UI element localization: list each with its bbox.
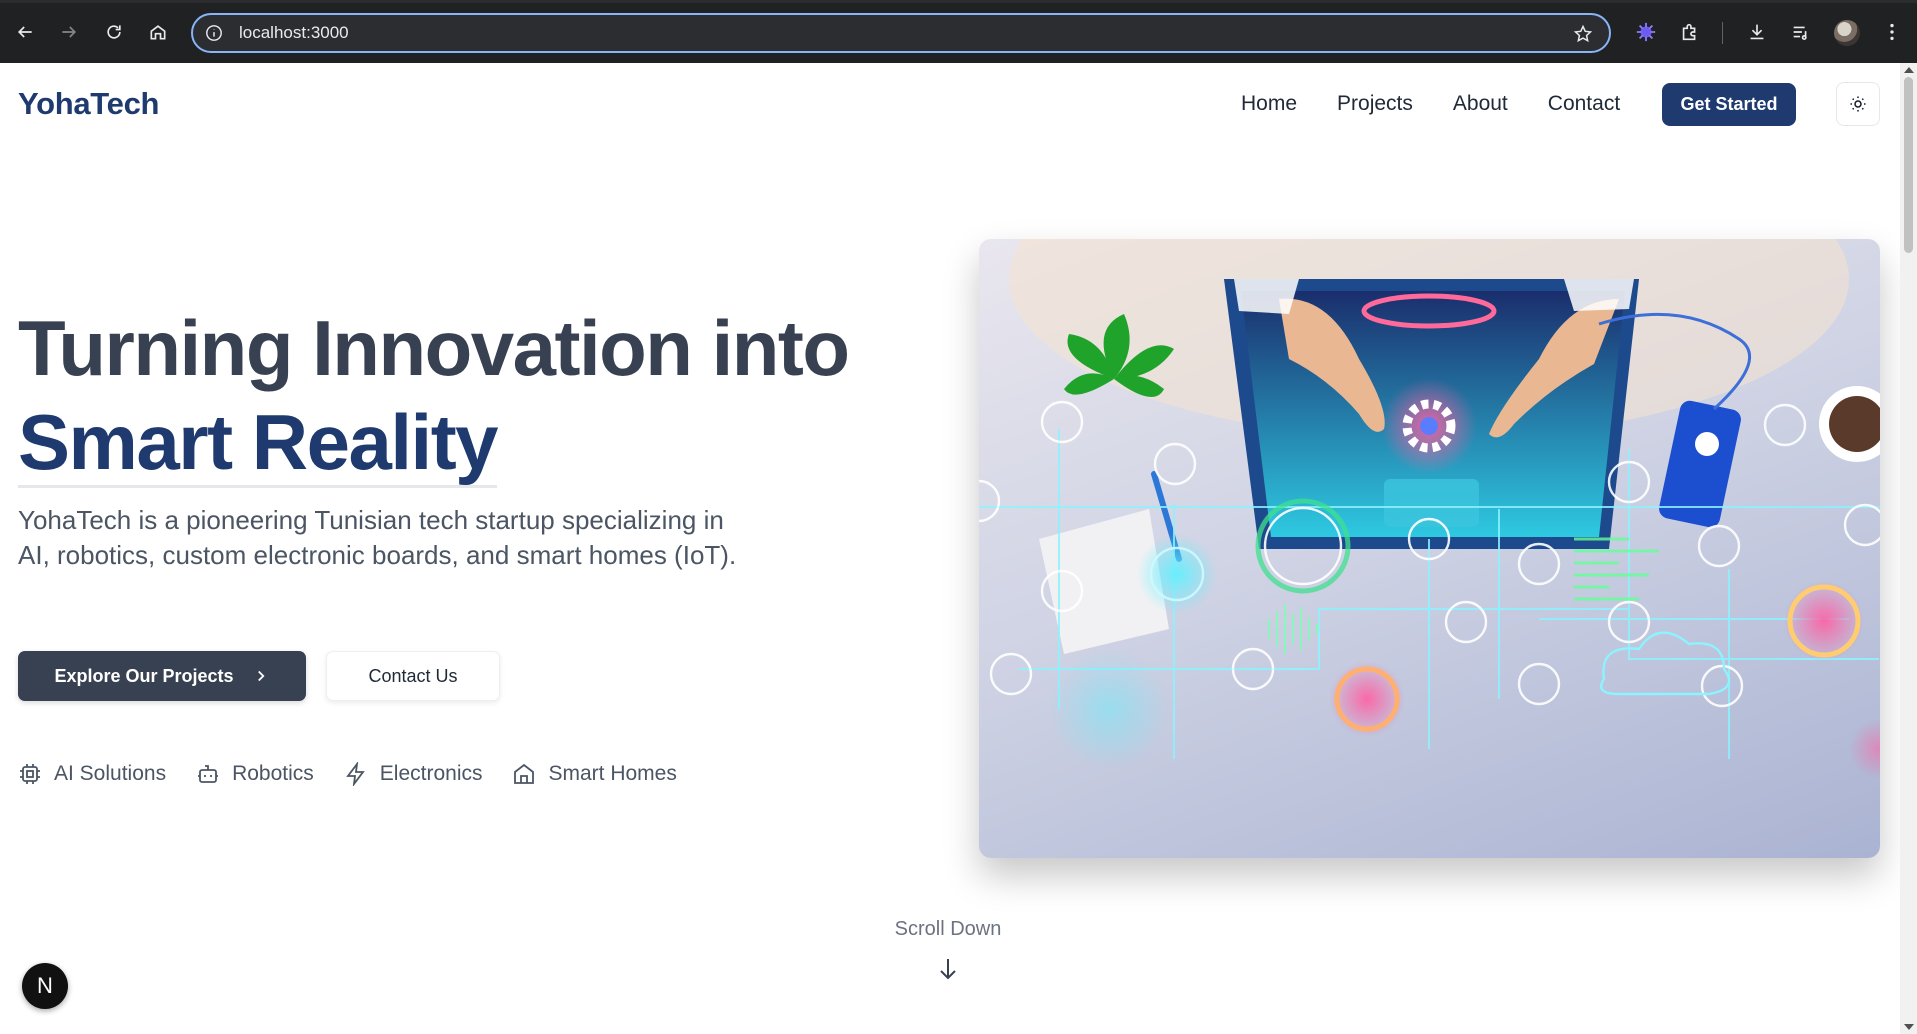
feature-label: Smart Homes <box>548 762 677 785</box>
feature-label: Electronics <box>379 762 483 785</box>
arrow-down-icon[interactable] <box>936 956 960 982</box>
nav-link-projects[interactable]: Projects <box>1337 92 1413 116</box>
nextjs-dev-badge[interactable]: N <box>22 963 68 1009</box>
scroll-down-label[interactable]: Scroll Down <box>893 918 1003 941</box>
explore-projects-button[interactable]: Explore Our Projects <box>18 651 306 701</box>
scroll-up-arrow[interactable] <box>1904 67 1914 73</box>
feature-smart-homes: Smart Homes <box>512 762 677 786</box>
extension-sparkle-icon[interactable] <box>1634 20 1658 44</box>
media-controls-icon[interactable] <box>1789 20 1813 44</box>
feature-robotics: Robotics <box>196 762 314 786</box>
scroll-down-arrow[interactable] <box>1904 1024 1914 1030</box>
browser-toolbar: localhost:3000 <box>0 0 1917 63</box>
page-viewport: YohaTech Home Projects About Contact Get… <box>0 63 1900 1034</box>
url-text[interactable]: localhost:3000 <box>239 23 349 43</box>
download-icon[interactable] <box>1745 20 1769 44</box>
get-started-button[interactable]: Get Started <box>1662 83 1796 126</box>
contact-us-button[interactable]: Contact Us <box>326 651 500 701</box>
site-info-icon[interactable] <box>205 24 223 42</box>
nav-link-about[interactable]: About <box>1453 92 1508 116</box>
page-scrollbar[interactable] <box>1900 63 1917 1034</box>
hero-description: YohaTech is a pioneering Tunisian tech s… <box>18 505 737 570</box>
explore-projects-label: Explore Our Projects <box>54 665 234 686</box>
forward-button[interactable] <box>54 17 84 47</box>
reload-button[interactable] <box>99 17 129 47</box>
hero-illustration <box>979 239 1880 858</box>
reload-icon <box>107 25 121 39</box>
tech-network-illustration <box>979 239 1880 779</box>
browser-menu-icon[interactable] <box>1880 20 1904 44</box>
feature-label: AI Solutions <box>54 762 167 785</box>
feature-label: Robotics <box>232 762 314 785</box>
home-icon <box>150 25 166 40</box>
home-button[interactable] <box>143 17 173 47</box>
extensions-puzzle-icon[interactable] <box>1678 20 1702 44</box>
hero-title: Turning Innovation into Smart Reality <box>18 301 850 489</box>
cpu-icon <box>20 764 40 784</box>
sun-icon <box>1850 96 1866 112</box>
address-bar[interactable]: localhost:3000 <box>191 13 1611 53</box>
robot-icon <box>198 765 219 783</box>
tab-strip <box>0 0 1917 3</box>
hero-title-line-2: Smart Reality <box>18 398 499 488</box>
lightning-icon <box>345 762 365 786</box>
hero-title-line-1: Turning Innovation into <box>18 304 850 392</box>
chevron-right-icon <box>257 670 265 682</box>
arrow-right-icon <box>62 26 77 38</box>
nav-link-home[interactable]: Home <box>1241 92 1297 116</box>
feature-electronics: Electronics <box>344 762 483 786</box>
toolbar-divider <box>1722 22 1723 44</box>
home-icon <box>514 763 535 784</box>
profile-avatar[interactable] <box>1834 20 1860 46</box>
site-logo[interactable]: YohaTech <box>18 86 159 122</box>
scrollbar-thumb[interactable] <box>1904 77 1913 253</box>
bookmark-star-icon[interactable] <box>1573 24 1593 44</box>
back-button[interactable] <box>10 17 40 47</box>
arrow-left-icon <box>17 26 32 38</box>
theme-toggle-button[interactable] <box>1836 82 1880 126</box>
nav-link-contact[interactable]: Contact <box>1548 92 1620 116</box>
feature-list: AI Solutions Robotics Electronics Smart … <box>18 762 677 786</box>
feature-ai-solutions: AI Solutions <box>18 762 166 786</box>
main-nav: Home Projects About Contact <box>1241 92 1620 116</box>
